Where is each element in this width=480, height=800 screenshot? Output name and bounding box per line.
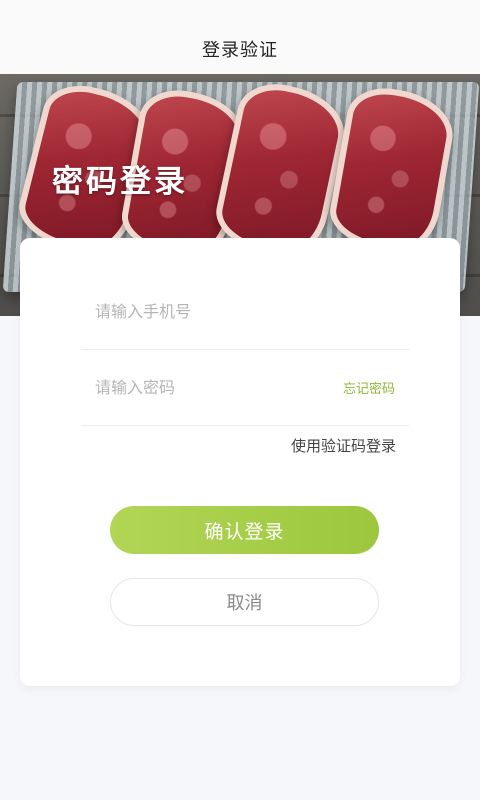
confirm-login-button[interactable]: 确认登录 <box>110 506 379 554</box>
sms-login-link[interactable]: 使用验证码登录 <box>291 435 396 456</box>
cancel-button[interactable]: 取消 <box>110 578 379 626</box>
nav-bar: 登录验证 <box>0 24 480 74</box>
status-bar <box>0 0 480 24</box>
password-input[interactable] <box>81 367 343 408</box>
page-title: 登录验证 <box>202 40 278 61</box>
forgot-password-link[interactable]: 忘记密码 <box>343 378 409 397</box>
login-card: 忘记密码 使用验证码登录 确认登录 取消 <box>20 238 460 686</box>
password-field: 忘记密码 <box>81 350 409 426</box>
hero-title: 密码登录 <box>52 164 188 200</box>
phone-field <box>81 274 409 350</box>
phone-input[interactable] <box>81 291 409 332</box>
